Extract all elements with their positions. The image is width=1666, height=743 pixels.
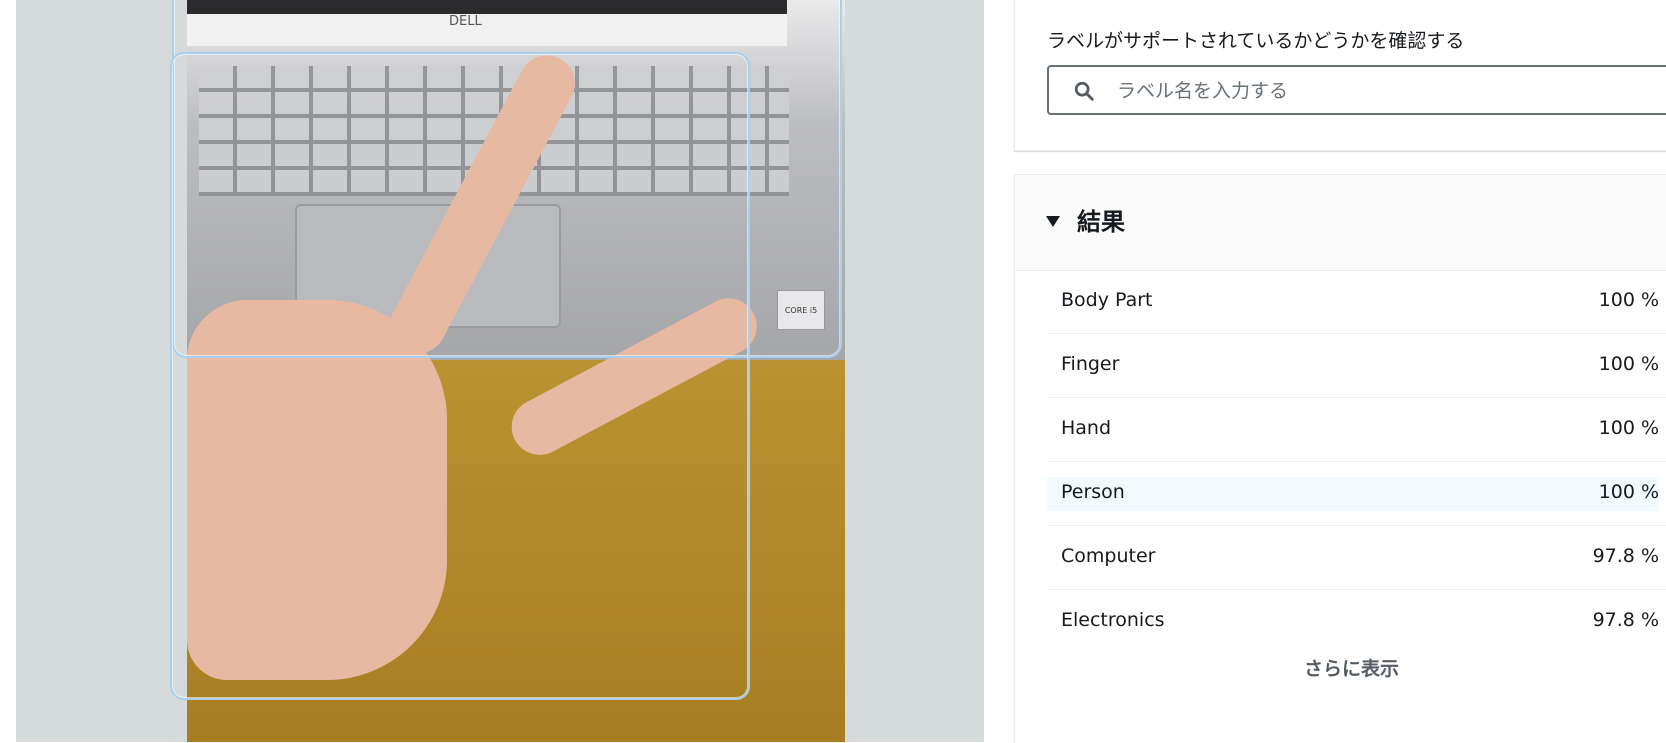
result-row[interactable]: Finger 100 % bbox=[1047, 334, 1666, 398]
search-icon bbox=[1074, 81, 1094, 101]
result-confidence: 100 % bbox=[1598, 289, 1659, 311]
result-row[interactable]: Electronics 97.8 % bbox=[1047, 590, 1666, 653]
result-label-name: Electronics bbox=[1061, 609, 1165, 631]
result-label-name: Hand bbox=[1061, 417, 1112, 439]
result-row[interactable]: Body Part 100 % bbox=[1047, 270, 1666, 334]
search-box[interactable] bbox=[1047, 65, 1666, 115]
result-confidence: 97.8 % bbox=[1592, 609, 1659, 631]
result-label-name: Person bbox=[1061, 481, 1125, 503]
labels-panel: ラベルがサポートされているかどうかを確認する 結果 Body Part 100 … bbox=[1014, 0, 1666, 743]
bounding-box-person[interactable] bbox=[170, 52, 750, 700]
result-confidence: 100 % bbox=[1598, 481, 1659, 503]
result-label-name: Computer bbox=[1061, 545, 1156, 567]
results-list: Body Part 100 % Finger 100 % Hand 100 % … bbox=[1047, 270, 1666, 653]
caret-down-icon[interactable] bbox=[1045, 213, 1061, 229]
results-title: 結果 bbox=[1077, 208, 1125, 236]
search-label: ラベルがサポートされているかどうかを確認する bbox=[1047, 30, 1465, 52]
result-label-name: Body Part bbox=[1061, 289, 1153, 311]
show-more-button[interactable]: さらに表示 bbox=[1304, 654, 1399, 681]
result-row[interactable]: Hand 100 % bbox=[1047, 398, 1666, 462]
result-row-highlighted[interactable]: Person 100 % bbox=[1047, 462, 1666, 526]
result-confidence: 100 % bbox=[1598, 353, 1659, 375]
result-confidence: 100 % bbox=[1598, 417, 1659, 439]
image-preview-panel: DELL CORE i5 bbox=[16, 0, 984, 742]
result-confidence: 97.8 % bbox=[1592, 545, 1659, 567]
results-header[interactable]: 結果 bbox=[1015, 175, 1666, 271]
label-search-input[interactable] bbox=[1115, 75, 1666, 107]
result-row[interactable]: Computer 97.8 % bbox=[1047, 526, 1666, 590]
label-search-section: ラベルがサポートされているかどうかを確認する bbox=[1014, 0, 1666, 151]
result-label-name: Finger bbox=[1061, 353, 1120, 375]
